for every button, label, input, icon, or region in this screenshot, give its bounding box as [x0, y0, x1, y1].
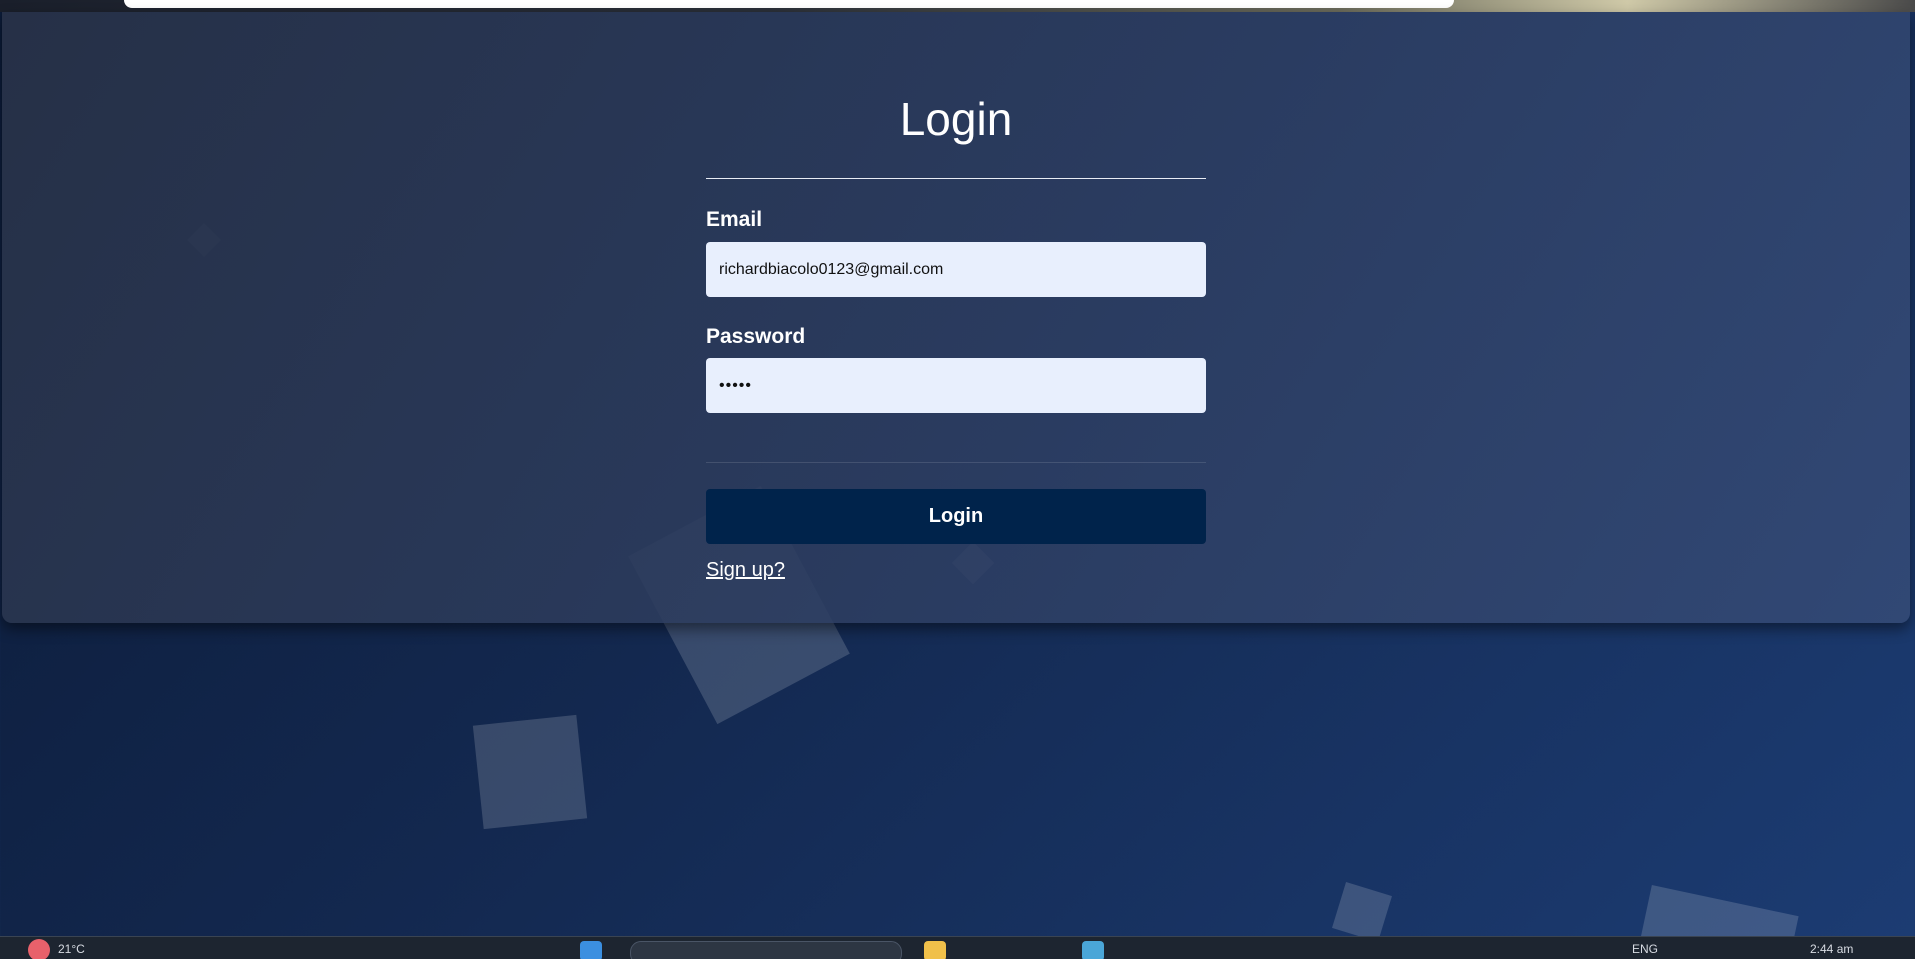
email-field[interactable]	[706, 242, 1206, 297]
decor-square	[472, 714, 588, 830]
windows-start-icon[interactable]	[580, 941, 602, 959]
weather-icon[interactable]	[28, 939, 50, 959]
login-button[interactable]: Login	[706, 489, 1206, 544]
page-title: Login	[899, 93, 1013, 145]
form-divider	[706, 462, 1206, 463]
browser-icon[interactable]	[1082, 941, 1104, 959]
search-icon[interactable]	[630, 941, 902, 959]
title-divider	[706, 178, 1206, 179]
taskbar: 21°C ENG 2:44 am	[0, 936, 1915, 959]
password-label: Password	[706, 325, 806, 348]
address-bar[interactable]	[124, 0, 1454, 8]
browser-top-strip	[0, 0, 1915, 12]
email-label: Email	[706, 208, 763, 231]
login-panel: Login Email Password Login Sign up?	[2, 12, 1910, 623]
decor-square	[1332, 882, 1392, 942]
weather-temperature: 21°C	[58, 942, 85, 956]
language-indicator[interactable]: ENG	[1632, 942, 1658, 956]
file-explorer-icon[interactable]	[924, 941, 946, 959]
password-field[interactable]	[706, 358, 1206, 413]
clock[interactable]: 2:44 am	[1810, 942, 1853, 956]
signup-link[interactable]: Sign up?	[706, 559, 785, 582]
